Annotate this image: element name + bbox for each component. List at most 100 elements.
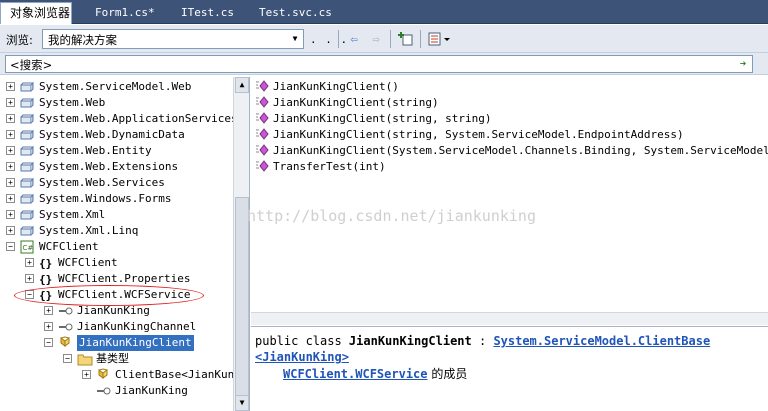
namespace-icon: {} <box>39 257 53 270</box>
search-input[interactable]: <搜索> ➔ <box>5 55 753 73</box>
tree-item[interactable]: + System.ServiceModel.Web <box>0 79 233 95</box>
collapse-icon[interactable]: − <box>6 242 15 251</box>
expand-icon[interactable]: + <box>6 130 15 139</box>
tab-object-browser[interactable]: 对象浏览器 <box>0 2 72 24</box>
expand-icon[interactable]: + <box>44 322 53 331</box>
tree-item[interactable]: + System.Xml.Linq <box>0 223 233 239</box>
tree-item[interactable]: + System.Web.DynamicData <box>0 127 233 143</box>
browse-label: 浏览: <box>6 33 33 47</box>
collapse-icon[interactable]: − <box>63 354 72 363</box>
tree-item[interactable]: + System.Web.Entity <box>0 143 233 159</box>
member-item[interactable]: JianKunKingClient(string, string) <box>256 111 492 127</box>
tree-item-label: JianKunKingChannel <box>77 320 197 333</box>
member-label: JianKunKingClient() <box>273 80 399 93</box>
generic-argument-line: <JianKunKing> <box>255 349 349 365</box>
tab-form1-cs[interactable]: Form1.cs* <box>86 2 164 24</box>
method-icon <box>255 159 269 179</box>
browse-toolbar: 浏览: 我的解决方案 ▼ . . . ⇦ ⇨ <box>0 25 768 53</box>
expand-icon[interactable]: + <box>25 274 34 283</box>
add-to-references-icon[interactable] <box>397 31 415 47</box>
tree-item[interactable]: + System.Web.ApplicationServices <box>0 111 233 127</box>
expand-icon[interactable]: + <box>6 82 15 91</box>
tree-item[interactable]: + ClientBase<JianKunK <box>0 367 233 383</box>
declaration-keyword: public class <box>255 334 349 348</box>
member-of-line: WCFClient.WCFService 的成员 <box>283 366 467 382</box>
interface-icon <box>96 384 112 400</box>
member-item[interactable]: JianKunKingClient(System.ServiceModel.Ch… <box>256 143 768 159</box>
expand-icon[interactable]: + <box>6 210 15 219</box>
base-class-link[interactable]: System.ServiceModel.ClientBase <box>493 334 710 348</box>
tab-test-svc-cs[interactable]: Test.svc.cs <box>250 2 341 24</box>
forward-arrow-icon[interactable]: ⇨ <box>368 31 384 47</box>
scroll-down-icon[interactable]: ▼ <box>235 395 249 411</box>
tree-vertical-scrollbar[interactable]: ▲ ▼ <box>233 77 249 411</box>
tree-item-label: System.Xml <box>39 208 106 221</box>
expand-icon[interactable]: + <box>6 98 15 107</box>
tree-item[interactable]: + System.Windows.Forms <box>0 191 233 207</box>
toolbar-separator <box>338 30 339 48</box>
highlight-annotation-circle <box>14 285 204 306</box>
toolbar-separator <box>390 30 391 48</box>
tree-item-label: WCFClient <box>39 240 99 253</box>
expand-icon[interactable]: + <box>6 226 15 235</box>
tree-item[interactable]: + System.Web.Extensions <box>0 159 233 175</box>
chevron-down-icon[interactable]: ▼ <box>287 30 303 48</box>
description-pane: public class JianKunKingClient : System.… <box>251 326 768 411</box>
tree-item[interactable]: + {} WCFClient <box>0 255 233 271</box>
tree-item[interactable]: JianKunKing <box>0 383 233 399</box>
expand-icon[interactable]: + <box>82 370 91 379</box>
generic-argument-link[interactable]: <JianKunKing> <box>255 350 349 364</box>
toolbar-separator <box>420 30 421 48</box>
tree-item-label: System.Web.Entity <box>39 144 152 157</box>
tree-item[interactable]: − 基类型 <box>0 351 233 367</box>
class-icon <box>96 368 110 384</box>
expand-icon[interactable]: + <box>44 306 53 315</box>
tree-item[interactable]: + System.Xml <box>0 207 233 223</box>
interface-icon <box>58 304 74 320</box>
member-item[interactable]: TransferTest(int) <box>256 159 386 175</box>
browse-scope-value: 我的解决方案 <box>48 33 117 47</box>
expand-icon[interactable]: + <box>6 162 15 171</box>
objects-pane: + System.ServiceModel.Web + System.Web + Syst… <box>0 77 250 411</box>
member-of-suffix: 的成员 <box>427 367 468 381</box>
assembly-icon <box>20 192 34 208</box>
tree-item[interactable]: + System.Web <box>0 95 233 111</box>
scrollbar-thumb[interactable] <box>235 197 249 397</box>
namespace-icon: {} <box>39 273 53 286</box>
members-horizontal-scrollbar[interactable] <box>251 312 768 325</box>
expand-icon[interactable]: + <box>25 258 34 267</box>
tree-item-label: JianKunKingClient <box>77 335 194 351</box>
collapse-icon[interactable]: − <box>44 338 53 347</box>
class-icon <box>58 336 72 352</box>
object-tree[interactable]: + System.ServiceModel.Web + System.Web + Syst… <box>0 77 233 411</box>
interface-icon <box>58 320 74 336</box>
search-go-icon[interactable]: ➔ <box>736 56 750 72</box>
expand-icon[interactable]: + <box>6 194 15 203</box>
customize-browse-button[interactable]: . . . <box>310 33 348 46</box>
member-item[interactable]: JianKunKingClient(string, System.Service… <box>256 127 684 143</box>
search-toolbar: <搜索> ➔ <box>0 53 768 75</box>
tree-item-label: WCFClient <box>58 256 118 269</box>
tree-item[interactable]: + JianKunKingChannel <box>0 319 233 335</box>
search-placeholder: <搜索> <box>10 58 53 72</box>
folder-icon <box>77 352 93 368</box>
tree-item[interactable]: + System.Web.Services <box>0 175 233 191</box>
tab-itest-cs[interactable]: ITest.cs <box>172 2 243 24</box>
svg-text:C#: C# <box>23 244 34 252</box>
member-item[interactable]: JianKunKingClient(string) <box>256 95 439 111</box>
tree-item[interactable]: − C# WCFClient <box>0 239 233 255</box>
namespace-link[interactable]: WCFClient.WCFService <box>283 367 428 381</box>
member-item[interactable]: JianKunKingClient() <box>256 79 399 95</box>
tree-item-label: System.Web.ApplicationServices <box>39 112 233 125</box>
scroll-up-icon[interactable]: ▲ <box>235 77 249 93</box>
tree-item[interactable]: − JianKunKingClient <box>0 335 233 351</box>
project-icon: C# <box>20 240 34 256</box>
declaration-class-name: JianKunKingClient <box>348 334 472 348</box>
member-label: JianKunKingClient(string) <box>273 96 439 109</box>
browser-settings-icon[interactable] <box>426 31 454 47</box>
browse-scope-dropdown[interactable]: 我的解决方案 ▼ <box>42 29 304 49</box>
expand-icon[interactable]: + <box>6 114 15 123</box>
expand-icon[interactable]: + <box>6 146 15 155</box>
back-arrow-icon[interactable]: ⇦ <box>346 31 362 47</box>
expand-icon[interactable]: + <box>6 178 15 187</box>
